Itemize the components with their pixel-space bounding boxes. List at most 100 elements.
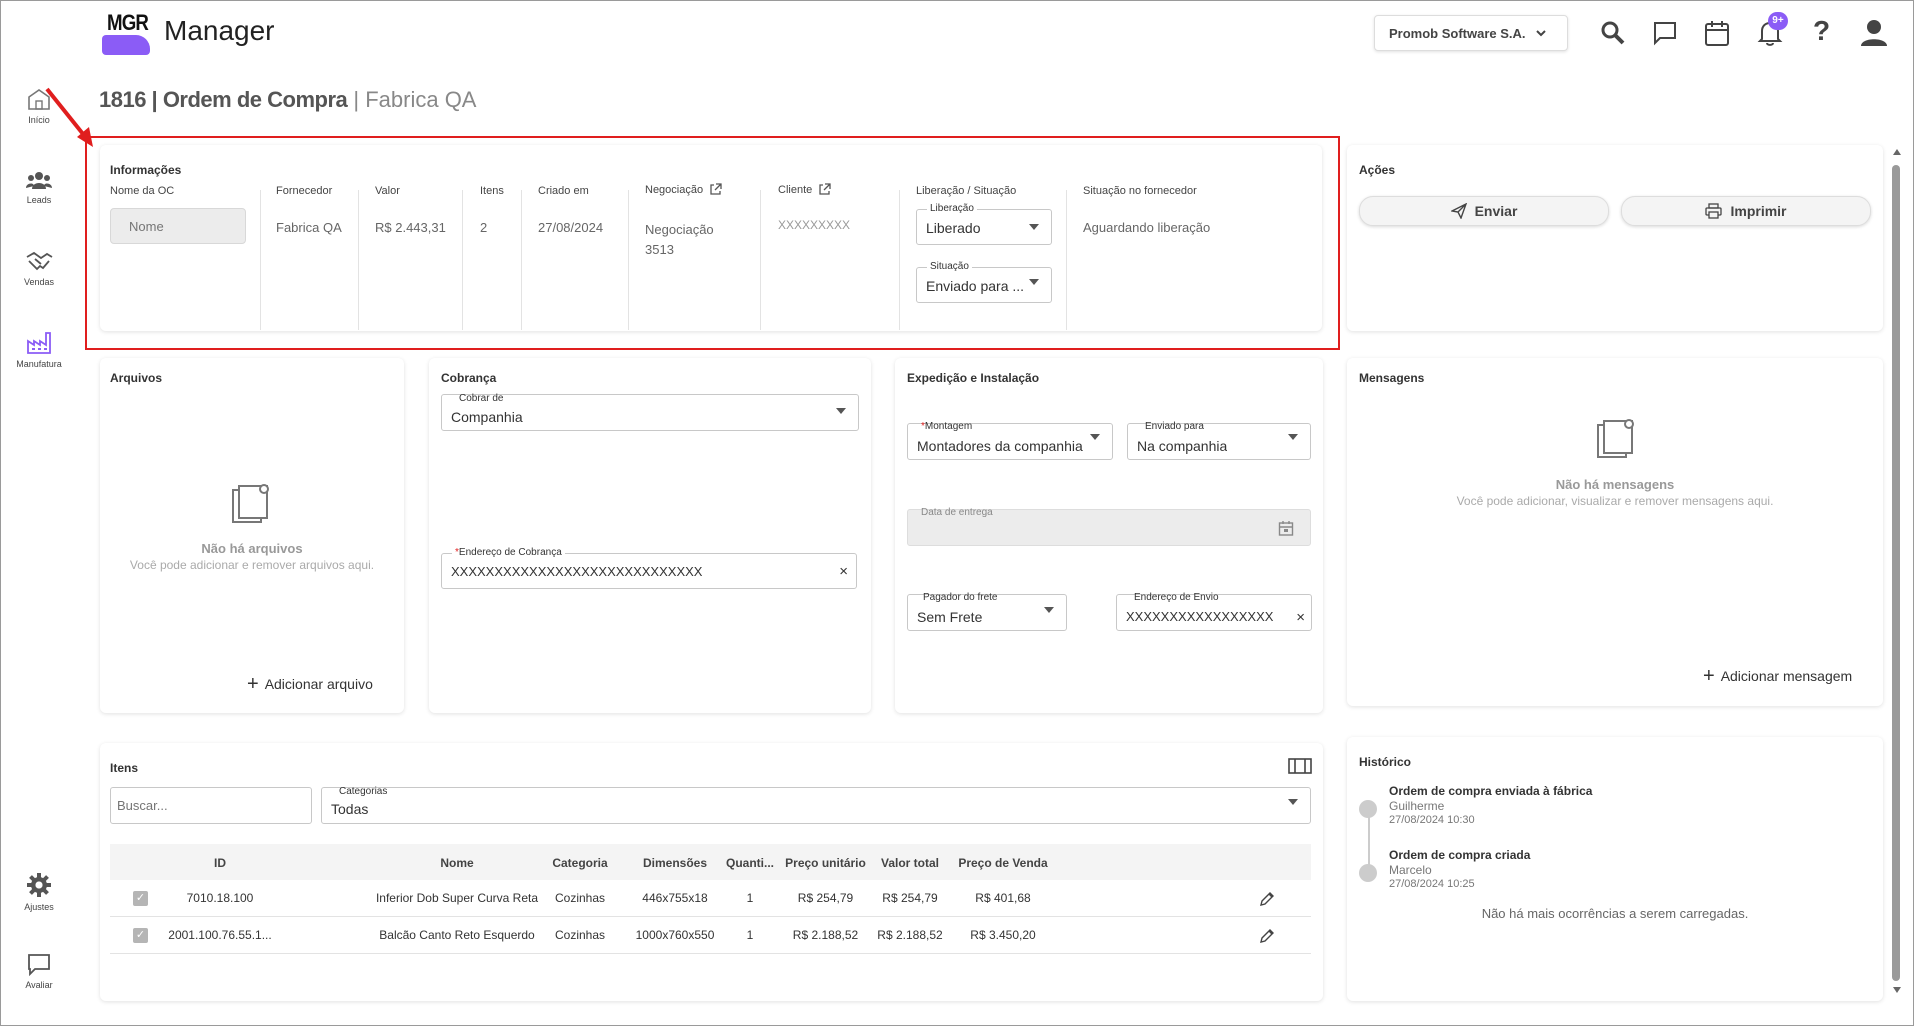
data-entrega-field: Data de entrega — [907, 507, 1311, 546]
cell-preco-venda: R$ 3.450,20 — [970, 928, 1036, 942]
add-mensagem-button[interactable]: + Adicionar mensagem — [1703, 665, 1853, 687]
row-checkbox[interactable]: ✓ — [133, 928, 148, 943]
arquivos-empty-subtitle: Você pode adicionar e remover arquivos a… — [129, 558, 375, 572]
categorias-select[interactable]: Categorias Todas — [321, 786, 1311, 824]
help-icon[interactable]: ? — [1813, 15, 1830, 47]
calendar-icon — [1278, 521, 1294, 536]
sidebar-item-label: Avaliar — [25, 980, 53, 990]
pagador-frete-select[interactable]: Pagador do frete Sem Frete — [907, 592, 1067, 631]
endereco-envio-label: Endereço de Envio — [1134, 592, 1219, 603]
columns-toggle-icon[interactable] — [1288, 757, 1312, 775]
scrollbar-thumb[interactable] — [1892, 165, 1900, 981]
scroll-up-arrow[interactable] — [1893, 149, 1901, 155]
cell-categoria: Cozinhas — [554, 891, 606, 905]
col-nome[interactable]: Nome — [357, 856, 557, 870]
endereco-cobranca-field[interactable]: *Endereço de Cobrança XXXXXXXXXXXXXXXXXX… — [441, 547, 857, 589]
sidebar-item-avaliar[interactable]: Avaliar — [1, 952, 77, 990]
app-logo[interactable]: MGR — [102, 10, 154, 56]
col-preco-venda[interactable]: Preço de Venda — [948, 856, 1058, 870]
table-row[interactable]: ✓ 7010.18.100 Inferior Dob Super Curva R… — [110, 880, 1311, 917]
app-title: Manager — [164, 15, 275, 46]
plus-icon: + — [1703, 665, 1715, 687]
sidebar-item-label: Manufatura — [16, 359, 62, 369]
notification-badge: 9+ — [1768, 12, 1788, 30]
event-date: 27/08/2024 10:25 — [1389, 878, 1475, 890]
cobrar-de-value: Companhia — [451, 409, 523, 425]
montagem-label-text: Montagem — [924, 421, 973, 432]
clear-icon[interactable]: × — [1296, 609, 1305, 626]
imprimir-label: Imprimir — [1730, 203, 1787, 219]
feedback-icon — [28, 954, 50, 976]
categorias-value: Todas — [331, 801, 369, 817]
itens-search-input[interactable] — [110, 787, 312, 824]
enviar-label: Enviar — [1474, 203, 1518, 219]
cobrar-de-select[interactable]: Cobrar de Companhia — [441, 393, 859, 431]
acoes-heading: Ações — [1359, 163, 1396, 177]
table-row[interactable]: ✓ 2001.100.76.55.1... Balcão Canto Reto … — [110, 917, 1311, 954]
calendar-icon[interactable] — [1704, 19, 1730, 47]
imprimir-button[interactable]: Imprimir — [1621, 196, 1871, 226]
cell-preco-unitario: R$ 2.188,52 — [792, 928, 859, 942]
send-icon — [1450, 203, 1467, 219]
sidebar-item-leads[interactable]: Leads — [1, 169, 77, 205]
chat-icon[interactable] — [1652, 20, 1678, 46]
cell-quantidade: 1 — [746, 891, 754, 905]
cell-preco-venda: R$ 401,68 — [975, 891, 1031, 905]
user-icon[interactable] — [1859, 17, 1889, 47]
app-window: MGR Manager Promob Software S.A. 9+ ? In… — [0, 0, 1914, 1026]
row-checkbox[interactable]: ✓ — [133, 891, 148, 906]
timeline-dot — [1359, 800, 1377, 818]
scroll-down-arrow[interactable] — [1893, 987, 1901, 993]
enviado-para-label: Enviado para — [1145, 421, 1204, 432]
col-categoria[interactable]: Categoria — [540, 856, 620, 870]
sidebar-item-ajustes[interactable]: Ajustes — [1, 872, 77, 912]
endereco-cobranca-label-text: Endereço de Cobrança — [458, 547, 562, 558]
logo-purple-shape — [102, 35, 150, 55]
historico-heading: Histórico — [1359, 755, 1412, 769]
cell-quantidade: 1 — [746, 928, 754, 942]
dropdown-caret-icon — [836, 408, 846, 414]
sidebar-item-vendas[interactable]: Vendas — [1, 249, 77, 287]
categorias-label: Categorias — [339, 786, 388, 797]
event-title: Ordem de compra enviada à fábrica — [1389, 784, 1593, 798]
gear-icon — [27, 873, 51, 897]
cell-dimensoes: 1000x760x550 — [635, 928, 715, 942]
timeline-event: Ordem de compra enviada à fábrica Guilhe… — [1359, 784, 1859, 834]
itens-heading: Itens — [110, 761, 139, 775]
mensagens-heading: Mensagens — [1359, 371, 1425, 385]
dropdown-caret-icon — [1288, 799, 1298, 805]
add-mensagem-label: Adicionar mensagem — [1720, 668, 1853, 684]
cell-valor-total: R$ 254,79 — [882, 891, 938, 905]
col-quantidade[interactable]: Quanti... — [720, 856, 780, 870]
enviado-para-select[interactable]: Enviado para Na companhia — [1127, 421, 1311, 460]
montagem-label: *Montagem — [921, 421, 973, 432]
edit-icon[interactable] — [1259, 928, 1275, 944]
search-icon[interactable] — [1599, 19, 1627, 47]
endereco-cobranca-label: *Endereço de Cobrança — [452, 547, 565, 558]
add-arquivo-label: Adicionar arquivo — [264, 676, 373, 692]
add-arquivo-button[interactable]: + Adicionar arquivo — [247, 674, 373, 694]
col-preco-unitario[interactable]: Preço unitário — [773, 856, 878, 870]
col-valor-total[interactable]: Valor total — [865, 856, 955, 870]
dropdown-caret-icon — [1044, 607, 1054, 613]
event-user: Guilherme — [1389, 799, 1445, 813]
sidebar-item-manufatura[interactable]: Manufatura — [1, 329, 77, 369]
sidebar-item-label: Ajustes — [24, 902, 54, 912]
page-title-main: 1816 | Ordem de Compra — [99, 87, 348, 112]
enviar-button[interactable]: Enviar — [1359, 196, 1609, 226]
endereco-envio-field[interactable]: Endereço de Envio XXXXXXXXXXXXXXXXX × — [1116, 592, 1312, 631]
sidebar-item-label: Vendas — [23, 277, 55, 287]
company-selector[interactable]: Promob Software S.A. — [1374, 15, 1568, 51]
col-id[interactable]: ID — [180, 856, 260, 870]
clear-icon[interactable]: × — [839, 563, 848, 580]
arquivos-card: Arquivos Não há arquivos Você pode adici… — [100, 358, 404, 713]
montagem-value: Montadores da companhia — [917, 438, 1083, 454]
dropdown-caret-icon — [1288, 434, 1298, 440]
montagem-select[interactable]: *Montagem Montadores da companhia — [907, 421, 1113, 460]
event-date: 27/08/2024 10:30 — [1389, 814, 1475, 826]
scrollbar[interactable] — [1891, 149, 1903, 997]
pagador-frete-label: Pagador do frete — [923, 592, 998, 603]
event-title: Ordem de compra criada — [1389, 848, 1531, 862]
edit-icon[interactable] — [1259, 891, 1275, 907]
col-dimensoes[interactable]: Dimensões — [625, 856, 725, 870]
